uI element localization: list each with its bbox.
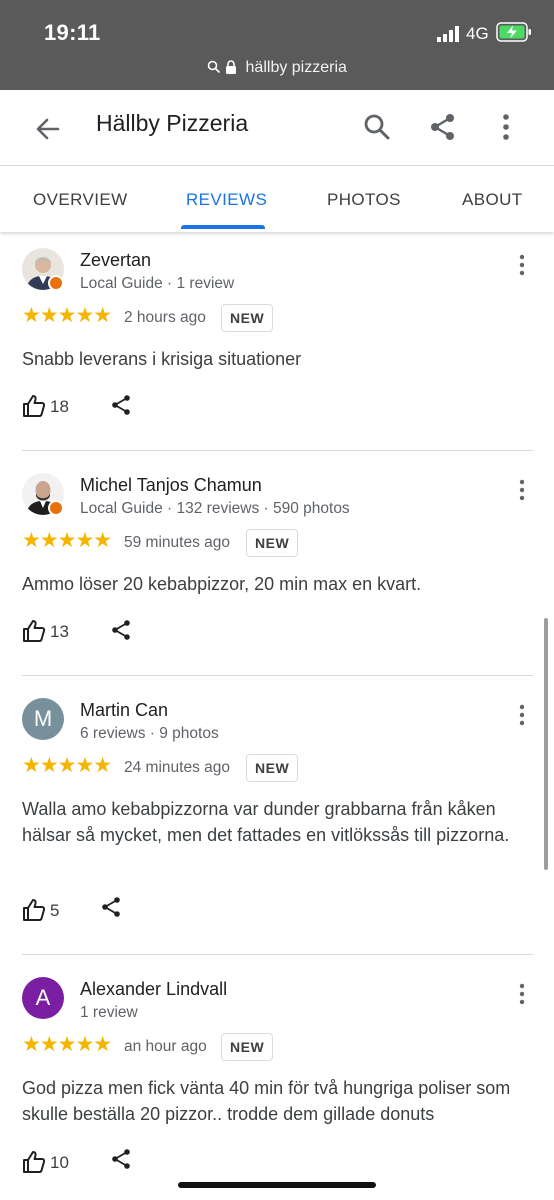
review-text: Snabb leverans i krisiga situationer xyxy=(22,349,302,369)
avatar-letter: M xyxy=(22,698,64,740)
active-tab-indicator xyxy=(181,225,265,229)
tab-overview[interactable]: OVERVIEW xyxy=(33,190,128,210)
like-count: 10 xyxy=(50,1153,69,1172)
url-text: hällby pizzeria xyxy=(245,59,347,76)
new-badge: NEW xyxy=(246,754,299,782)
divider xyxy=(22,675,533,676)
signal-icon xyxy=(437,26,459,42)
star-rating: ★★★★★ xyxy=(22,1033,112,1056)
battery-charging-icon xyxy=(496,22,531,42)
review-text: God pizza men fick vänta 40 min för två … xyxy=(22,1078,511,1124)
divider xyxy=(22,450,533,451)
share-icon[interactable] xyxy=(110,1148,132,1170)
avatar[interactable] xyxy=(22,473,64,516)
avatar[interactable] xyxy=(22,248,64,291)
thumb-up-icon xyxy=(23,1151,46,1173)
tab-about[interactable]: ABOUT xyxy=(462,190,523,210)
reviewer-name[interactable]: Alexander Lindvall xyxy=(80,979,227,1000)
more-vert-icon[interactable] xyxy=(515,983,529,1005)
reviewer-name[interactable]: Zevertan xyxy=(80,250,151,271)
new-badge: NEW xyxy=(221,1033,274,1061)
divider xyxy=(22,954,533,955)
local-guide-badge-icon xyxy=(48,275,64,291)
share-icon[interactable] xyxy=(100,896,122,918)
review-time: 59 minutes ago xyxy=(124,534,230,551)
thumb-up-icon xyxy=(23,899,46,921)
avatar[interactable]: A xyxy=(22,977,64,1019)
share-icon[interactable] xyxy=(110,394,132,416)
more-vert-icon[interactable] xyxy=(515,254,529,276)
tab-photos[interactable]: PHOTOS xyxy=(327,190,401,210)
new-badge: NEW xyxy=(246,529,299,557)
back-arrow-icon[interactable] xyxy=(32,113,64,145)
like-count: 5 xyxy=(50,901,60,920)
network-type: 4G xyxy=(466,24,489,43)
share-icon[interactable] xyxy=(110,619,132,641)
like-count: 18 xyxy=(50,397,69,416)
home-indicator[interactable] xyxy=(178,1182,376,1188)
star-rating: ★★★★★ xyxy=(22,754,112,777)
reviewer-meta: 1 review xyxy=(80,1004,138,1021)
reviewer-meta: 6 reviews · 9 photos xyxy=(80,725,219,742)
more-vert-icon[interactable] xyxy=(494,112,518,142)
search-icon[interactable] xyxy=(362,112,392,142)
search-icon xyxy=(207,60,221,74)
share-icon[interactable] xyxy=(428,112,458,142)
like-count: 13 xyxy=(50,622,69,641)
review-text: Walla amo kebabpizzorna var dunder grabb… xyxy=(22,799,510,845)
star-rating: ★★★★★ xyxy=(22,304,112,327)
reviewer-name[interactable]: Michel Tanjos Chamun xyxy=(80,475,262,496)
review-time: 2 hours ago xyxy=(124,309,206,326)
new-badge: NEW xyxy=(221,304,274,332)
reviewer-meta: Local Guide · 132 reviews · 590 photos xyxy=(80,500,350,517)
avatar-letter: A xyxy=(22,977,64,1019)
url-bar[interactable]: hällby pizzeria xyxy=(0,59,554,77)
more-vert-icon[interactable] xyxy=(515,479,529,501)
reviewer-meta: Local Guide · 1 review xyxy=(80,275,235,292)
more-vert-icon[interactable] xyxy=(515,704,529,726)
local-guide-badge-icon xyxy=(48,500,64,516)
avatar[interactable]: M xyxy=(22,698,64,740)
scrollbar[interactable] xyxy=(544,618,548,870)
thumb-up-icon xyxy=(23,395,46,417)
tab-bar: OVERVIEW REVIEWS PHOTOS ABOUT xyxy=(0,166,554,232)
tab-reviews[interactable]: REVIEWS xyxy=(186,190,267,210)
lock-icon xyxy=(226,60,237,74)
review-time: 24 minutes ago xyxy=(124,759,230,776)
reviewer-name[interactable]: Martin Can xyxy=(80,700,168,721)
star-rating: ★★★★★ xyxy=(22,529,112,552)
thumb-up-icon xyxy=(23,620,46,642)
review-text: Ammo löser 20 kebabpizzor, 20 min max en… xyxy=(22,574,422,594)
review-time: an hour ago xyxy=(124,1038,207,1055)
place-title: Hällby Pizzeria xyxy=(96,110,249,136)
status-time: 19:11 xyxy=(44,20,101,45)
app-bar: Hällby Pizzeria xyxy=(0,90,554,166)
status-bar: 19:11 4G hällby pizzeria xyxy=(0,0,554,90)
